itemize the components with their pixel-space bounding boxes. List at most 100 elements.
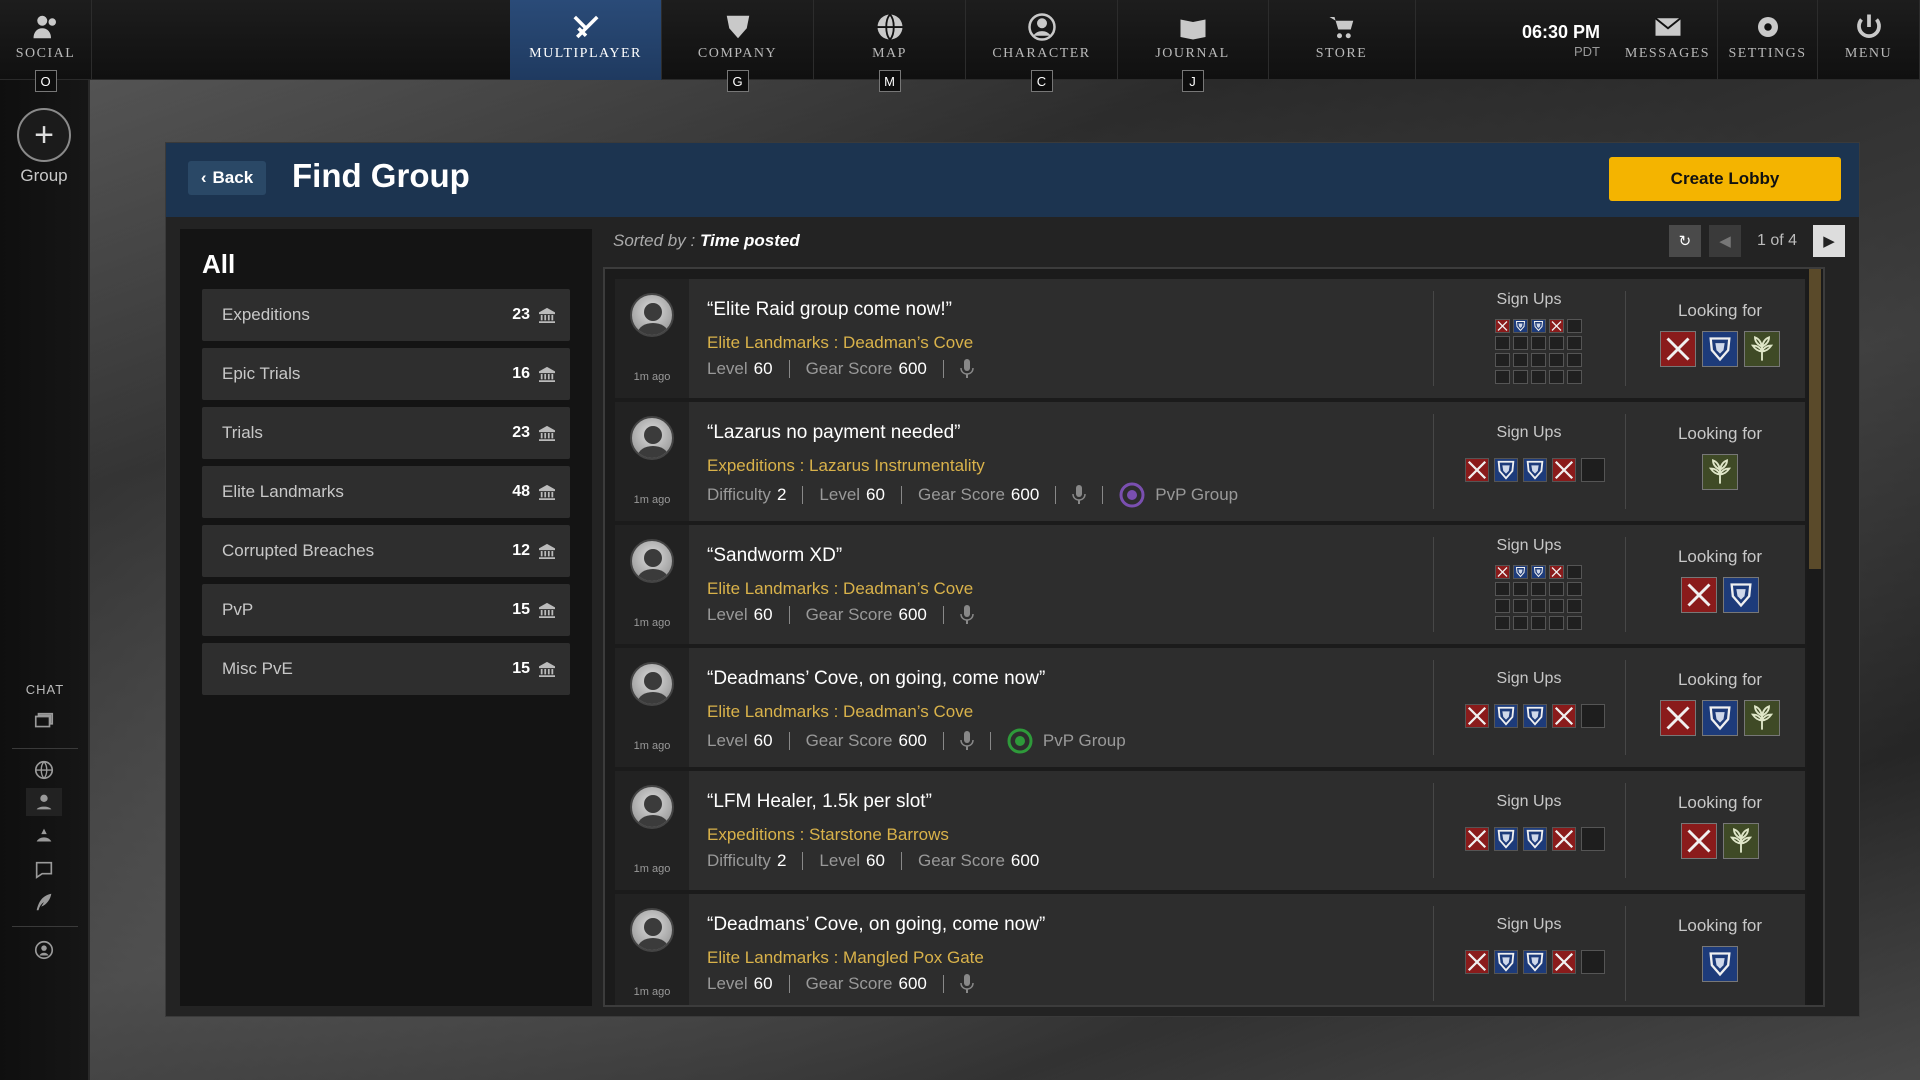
category-item[interactable]: PvP 15 xyxy=(202,584,570,636)
category-count: 23 xyxy=(512,424,530,441)
signup-slot-empty xyxy=(1495,582,1510,596)
group-row[interactable]: 1m ago “Sandworm XD” Elite Landmarks : D… xyxy=(615,525,1805,644)
group-title: “LFM Healer, 1.5k per slot” xyxy=(707,791,932,812)
category-item[interactable]: Epic Trials 16 xyxy=(202,348,570,400)
meta-value: 600 xyxy=(1010,485,1040,504)
nav-social-label: SOCIAL xyxy=(15,46,76,61)
signup-slots xyxy=(1465,827,1605,851)
nav-map[interactable]: MAP M xyxy=(814,0,966,92)
group-row[interactable]: 1m ago “Deadmans’ Cove, on going, come n… xyxy=(615,894,1805,1005)
nav-journal[interactable]: JOURNAL J xyxy=(1117,0,1269,92)
group-chat-icon[interactable] xyxy=(26,822,62,850)
nav-character[interactable]: CHARACTER C xyxy=(966,0,1118,92)
signup-slot-empty xyxy=(1531,370,1546,384)
role-dps-icon xyxy=(1660,700,1696,736)
avatar-column: 1m ago xyxy=(615,648,689,767)
meta-value: 2 xyxy=(776,485,787,504)
group-location: Elite Landmarks : Deadman’s Cove xyxy=(707,333,974,352)
group-meta: Difficulty 2 Level 60 Gear Score 600 xyxy=(707,851,1039,871)
meta-item: Level 60 xyxy=(707,974,773,994)
signup-slot-empty xyxy=(1495,599,1510,613)
signup-slot-dps xyxy=(1552,950,1576,974)
area-chat-icon[interactable] xyxy=(26,788,62,816)
group-row[interactable]: 1m ago “Lazarus no payment needed” Exped… xyxy=(615,402,1805,521)
column-divider xyxy=(1433,414,1434,509)
avatar[interactable] xyxy=(630,539,674,583)
refresh-button[interactable]: ↻ xyxy=(1668,225,1701,257)
meta-value: 60 xyxy=(753,605,773,624)
chat-window-icon[interactable] xyxy=(26,708,62,736)
nav-settings[interactable]: SETTINGS xyxy=(1718,0,1818,80)
signup-slot-tank xyxy=(1531,565,1546,579)
signup-slot-dps xyxy=(1549,319,1564,333)
role-tank-icon xyxy=(1702,946,1738,982)
nav-menu[interactable]: MENU xyxy=(1818,0,1920,80)
signup-slot-dps xyxy=(1552,458,1576,482)
nav-store[interactable]: STORE xyxy=(1268,0,1416,80)
avatar[interactable] xyxy=(630,908,674,952)
group-location: Elite Landmarks : Deadman’s Cove xyxy=(707,579,974,598)
category-item[interactable]: Trials 23 xyxy=(202,407,570,459)
meta-value: 60 xyxy=(753,731,773,750)
signup-slot-empty xyxy=(1495,616,1510,630)
category-item[interactable]: Expeditions 23 xyxy=(202,289,570,341)
signup-slot-empty xyxy=(1581,458,1605,482)
category-item[interactable]: Elite Landmarks 48 xyxy=(202,466,570,518)
column-divider xyxy=(1625,660,1626,755)
column-divider xyxy=(1433,660,1434,755)
avatar[interactable] xyxy=(630,785,674,829)
quill-icon[interactable] xyxy=(26,888,62,916)
person-icon xyxy=(1027,13,1056,41)
next-page-button[interactable]: ▶ xyxy=(1813,225,1845,257)
signup-slot-empty xyxy=(1531,353,1546,367)
add-group-button[interactable]: + xyxy=(17,108,71,162)
looking-for-roles xyxy=(1702,946,1738,982)
group-title: “Lazarus no payment needed” xyxy=(707,422,961,443)
category-name: Epic Trials xyxy=(222,364,301,383)
signup-slot-empty xyxy=(1531,616,1546,630)
sort-prefix: Sorted by : xyxy=(613,231,700,250)
group-meta: Level 60 Gear Score 600 PvP Group xyxy=(707,728,1126,754)
signup-slot-empty xyxy=(1567,319,1582,333)
signup-slot-dps xyxy=(1549,565,1564,579)
category-item[interactable]: Corrupted Breaches 12 xyxy=(202,525,570,577)
pvp-group-label: PvP Group xyxy=(1155,485,1239,504)
help-chat-icon[interactable] xyxy=(26,856,62,884)
signup-slot-empty xyxy=(1513,353,1528,367)
group-row[interactable]: 1m ago “Elite Raid group come now!” Elit… xyxy=(615,279,1805,398)
avatar[interactable] xyxy=(630,662,674,706)
avatar[interactable] xyxy=(630,416,674,460)
scrollbar-thumb[interactable] xyxy=(1809,269,1821,569)
signup-slot-empty xyxy=(1513,599,1528,613)
group-row[interactable]: 1m ago “Deadmans’ Cove, on going, come n… xyxy=(615,648,1805,767)
column-divider xyxy=(1433,783,1434,878)
meta-separator xyxy=(900,486,902,504)
nav-key-badge: C xyxy=(1030,70,1053,92)
back-button[interactable]: ‹ Back xyxy=(188,161,266,195)
signup-slot-empty xyxy=(1567,353,1582,367)
globe-chat-icon[interactable] xyxy=(26,756,62,784)
nav-company[interactable]: COMPANY G xyxy=(662,0,814,92)
find-group-panel: ‹ Back Find Group Create Lobby All Exped… xyxy=(165,142,1860,1017)
signup-slots xyxy=(1465,458,1605,482)
social-key-badge: O xyxy=(34,70,57,92)
create-lobby-button[interactable]: Create Lobby xyxy=(1609,157,1841,201)
meta-item: Gear Score 600 xyxy=(806,605,927,625)
player-search-icon[interactable] xyxy=(26,936,62,964)
top-nav-bar: SOCIAL O MULTIPLAYER COMPANY G MAP M CHARACTE… xyxy=(0,0,1920,92)
nav-social[interactable]: SOCIAL O xyxy=(0,0,92,92)
signup-slot-tank xyxy=(1494,458,1518,482)
nav-messages[interactable]: MESSAGES xyxy=(1618,0,1718,80)
nav-label: STORE xyxy=(1315,46,1368,61)
meta-separator xyxy=(1055,486,1057,504)
group-listing[interactable]: 1m ago “Elite Raid group come now!” Elit… xyxy=(603,267,1825,1007)
nav-multiplayer[interactable]: MULTIPLAYER xyxy=(510,0,662,80)
group-row[interactable]: 1m ago “LFM Healer, 1.5k per slot” Exped… xyxy=(615,771,1805,890)
looking-for-roles xyxy=(1660,331,1780,367)
avatar[interactable] xyxy=(630,293,674,337)
chat-label: CHAT xyxy=(25,682,65,697)
category-item[interactable]: Misc PvE 15 xyxy=(202,643,570,695)
prev-page-button[interactable]: ◀ xyxy=(1708,225,1741,257)
scrollbar[interactable] xyxy=(1807,269,1823,1005)
meta-item: Level 60 xyxy=(819,485,885,505)
